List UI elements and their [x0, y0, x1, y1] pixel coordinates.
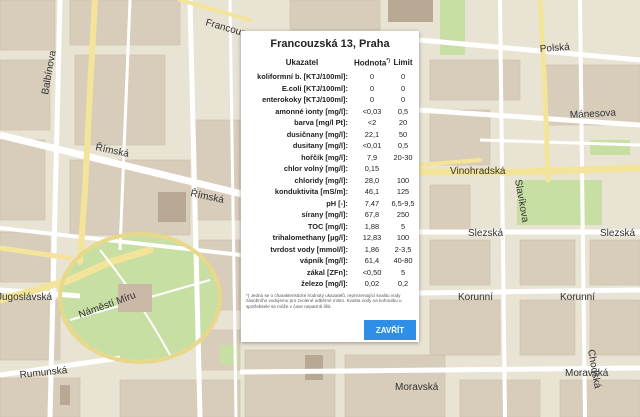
table-row: TOC [mg/l]: 1,88 5 — [244, 221, 416, 233]
indicator-cell: amonné ionty [mg/l]: — [275, 106, 348, 116]
indicator-cell: chloridy [mg/l]: — [294, 175, 348, 185]
value-cell: <0,03 — [362, 106, 382, 116]
indicator-cell: konduktivita [mS/m]: — [274, 187, 348, 196]
value-cell: 0,02 — [364, 279, 380, 288]
limit-cell: 5 — [400, 267, 406, 277]
indicator-cell: sírany [mg/l]: — [301, 210, 348, 219]
limit-cell: 250 — [396, 210, 410, 219]
table-row: dusitany [mg/l]: <0,01 0,5 — [244, 140, 416, 152]
table-row: konduktivita [mS/m]: 46,1 125 — [244, 186, 416, 198]
indicator-cell: dusičnany [mg/l]: — [286, 129, 348, 139]
table-row: amonné ionty [mg/l]: <0,03 0,5 — [244, 106, 416, 118]
table-header-row: Ukazatel Hodnota*) Limit — [244, 54, 416, 71]
street-label: Moravská — [565, 368, 609, 379]
value-cell: 0 — [369, 95, 375, 104]
value-cell: <0,01 — [362, 141, 382, 150]
table-row: sírany [mg/l]: 67,8 250 — [244, 209, 416, 221]
street-label: Slezská — [468, 228, 503, 239]
value-cell: 7,9 — [366, 152, 378, 162]
indicator-cell: koliformní b. [KTJ/100ml]: — [257, 72, 348, 81]
limit-cell: 0 — [400, 95, 406, 104]
limit-cell: 0,5 — [397, 106, 409, 116]
dialog-title: Francouzská 13, Praha — [270, 38, 390, 50]
indicator-cell: trihalomethany [µg/l]: — [272, 233, 348, 242]
indicator-cell: železo [mg/l]: — [301, 279, 348, 288]
indicator-cell: pH [-]: — [326, 198, 348, 208]
limit-cell: 0,5 — [397, 141, 409, 150]
value-header-footnote-mark: *) — [386, 57, 390, 64]
table-row: barva [mg/l Pt]: <2 20 — [244, 117, 416, 129]
value-cell: <0,50 — [362, 267, 382, 277]
limit-cell: 2-3,5 — [394, 244, 412, 254]
street-label: Korunní — [458, 292, 493, 303]
indicator-cell: TOC [mg/l]: — [307, 221, 348, 231]
value-header-text: Hodnota — [353, 58, 387, 68]
table-row: chloridy [mg/l]: 28,0 100 — [244, 175, 416, 187]
limit-cell: 0 — [400, 83, 406, 93]
footnote: *) Jedná se o charakteristické hodnoty u… — [246, 293, 402, 309]
table-row: trihalomethany [µg/l]: 12,83 100 — [244, 232, 416, 244]
indicator-cell: dusitany [mg/l]: — [292, 141, 348, 150]
value-cell: 0 — [369, 83, 375, 93]
indicator-cell: barva [mg/l Pt]: — [294, 118, 348, 127]
indicator-cell: tvrdost vody [mmol/l]: — [270, 244, 348, 254]
table-row: koliformní b. [KTJ/100ml]: 0 0 — [244, 71, 416, 83]
street-label: Jugoslávská — [0, 292, 52, 303]
limit-cell: 5 — [400, 221, 406, 231]
table-row: hořčík [mg/l]: 7,9 20-30 — [244, 152, 416, 164]
limit-cell: 50 — [398, 129, 408, 139]
column-header-limit: Limit — [393, 57, 413, 67]
indicator-cell: chlor volný [mg/l]: — [283, 164, 348, 173]
limit-cell: 0 — [400, 72, 406, 81]
table-row: dusičnany [mg/l]: 22,1 50 — [244, 129, 416, 141]
table-row: E.coli [KTJ/100ml]: 0 0 — [244, 83, 416, 95]
limit-cell: 0,2 — [397, 279, 409, 288]
indicator-cell: zákal [ZFn]: — [306, 267, 348, 277]
limit-cell: 20-30 — [393, 152, 413, 162]
indicator-cell: vápník [mg/l]: — [299, 256, 348, 265]
street-label: Moravská — [395, 382, 439, 393]
table-row: pH [-]: 7,47 6,5-9,5 — [244, 198, 416, 210]
value-cell: 22,1 — [364, 129, 380, 139]
value-cell: 0 — [369, 72, 375, 81]
indicator-cell: E.coli [KTJ/100ml]: — [281, 83, 348, 93]
value-cell: 1,88 — [364, 221, 380, 231]
limit-cell: 125 — [396, 187, 410, 196]
value-cell: 0,15 — [364, 164, 380, 173]
limit-cell: 40-80 — [393, 256, 413, 265]
limit-cell: 6,5-9,5 — [391, 198, 415, 208]
limit-cell: 20 — [398, 118, 408, 127]
value-cell: 12,83 — [362, 233, 382, 242]
street-label: Korunní — [560, 292, 595, 303]
value-cell: 1,86 — [364, 244, 380, 254]
table-body: koliformní b. [KTJ/100ml]: 0 0 E.coli [KTJ/… — [244, 71, 416, 290]
table-row: železo [mg/l]: 0,02 0,2 — [244, 278, 416, 290]
value-cell: 61,4 — [364, 256, 380, 265]
value-cell: <2 — [367, 118, 377, 127]
table-row: enterokoky [KTJ/100ml]: 0 0 — [244, 94, 416, 106]
indicator-cell: enterokoky [KTJ/100ml]: — [262, 95, 348, 104]
water-quality-table: Ukazatel Hodnota*) Limit koliformní b. [… — [244, 54, 416, 290]
table-row: chlor volný [mg/l]: 0,15 — [244, 163, 416, 175]
column-header-indicator: Ukazatel — [285, 57, 319, 67]
table-row: zákal [ZFn]: <0,50 5 — [244, 267, 416, 279]
value-cell: 7,47 — [364, 198, 380, 208]
street-label: Slezská — [600, 228, 635, 239]
street-label: Polská — [539, 42, 570, 55]
indicator-cell: hořčík [mg/l]: — [301, 152, 348, 162]
water-quality-dialog: Francouzská 13, Praha Ukazatel Hodnota*)… — [241, 31, 419, 342]
limit-cell — [390, 163, 416, 175]
street-label: Vinohradská — [450, 166, 506, 177]
close-button[interactable]: ZAVŘÍT — [364, 320, 416, 340]
limit-cell: 100 — [396, 233, 410, 242]
value-cell: 46,1 — [364, 187, 380, 196]
table-row: vápník [mg/l]: 61,4 40-80 — [244, 255, 416, 267]
value-cell: 28,0 — [364, 175, 380, 185]
value-cell: 67,8 — [364, 210, 380, 219]
table-row: tvrdost vody [mmol/l]: 1,86 2-3,5 — [244, 244, 416, 256]
column-header-value: Hodnota*) — [354, 54, 390, 71]
limit-cell: 100 — [396, 175, 410, 185]
